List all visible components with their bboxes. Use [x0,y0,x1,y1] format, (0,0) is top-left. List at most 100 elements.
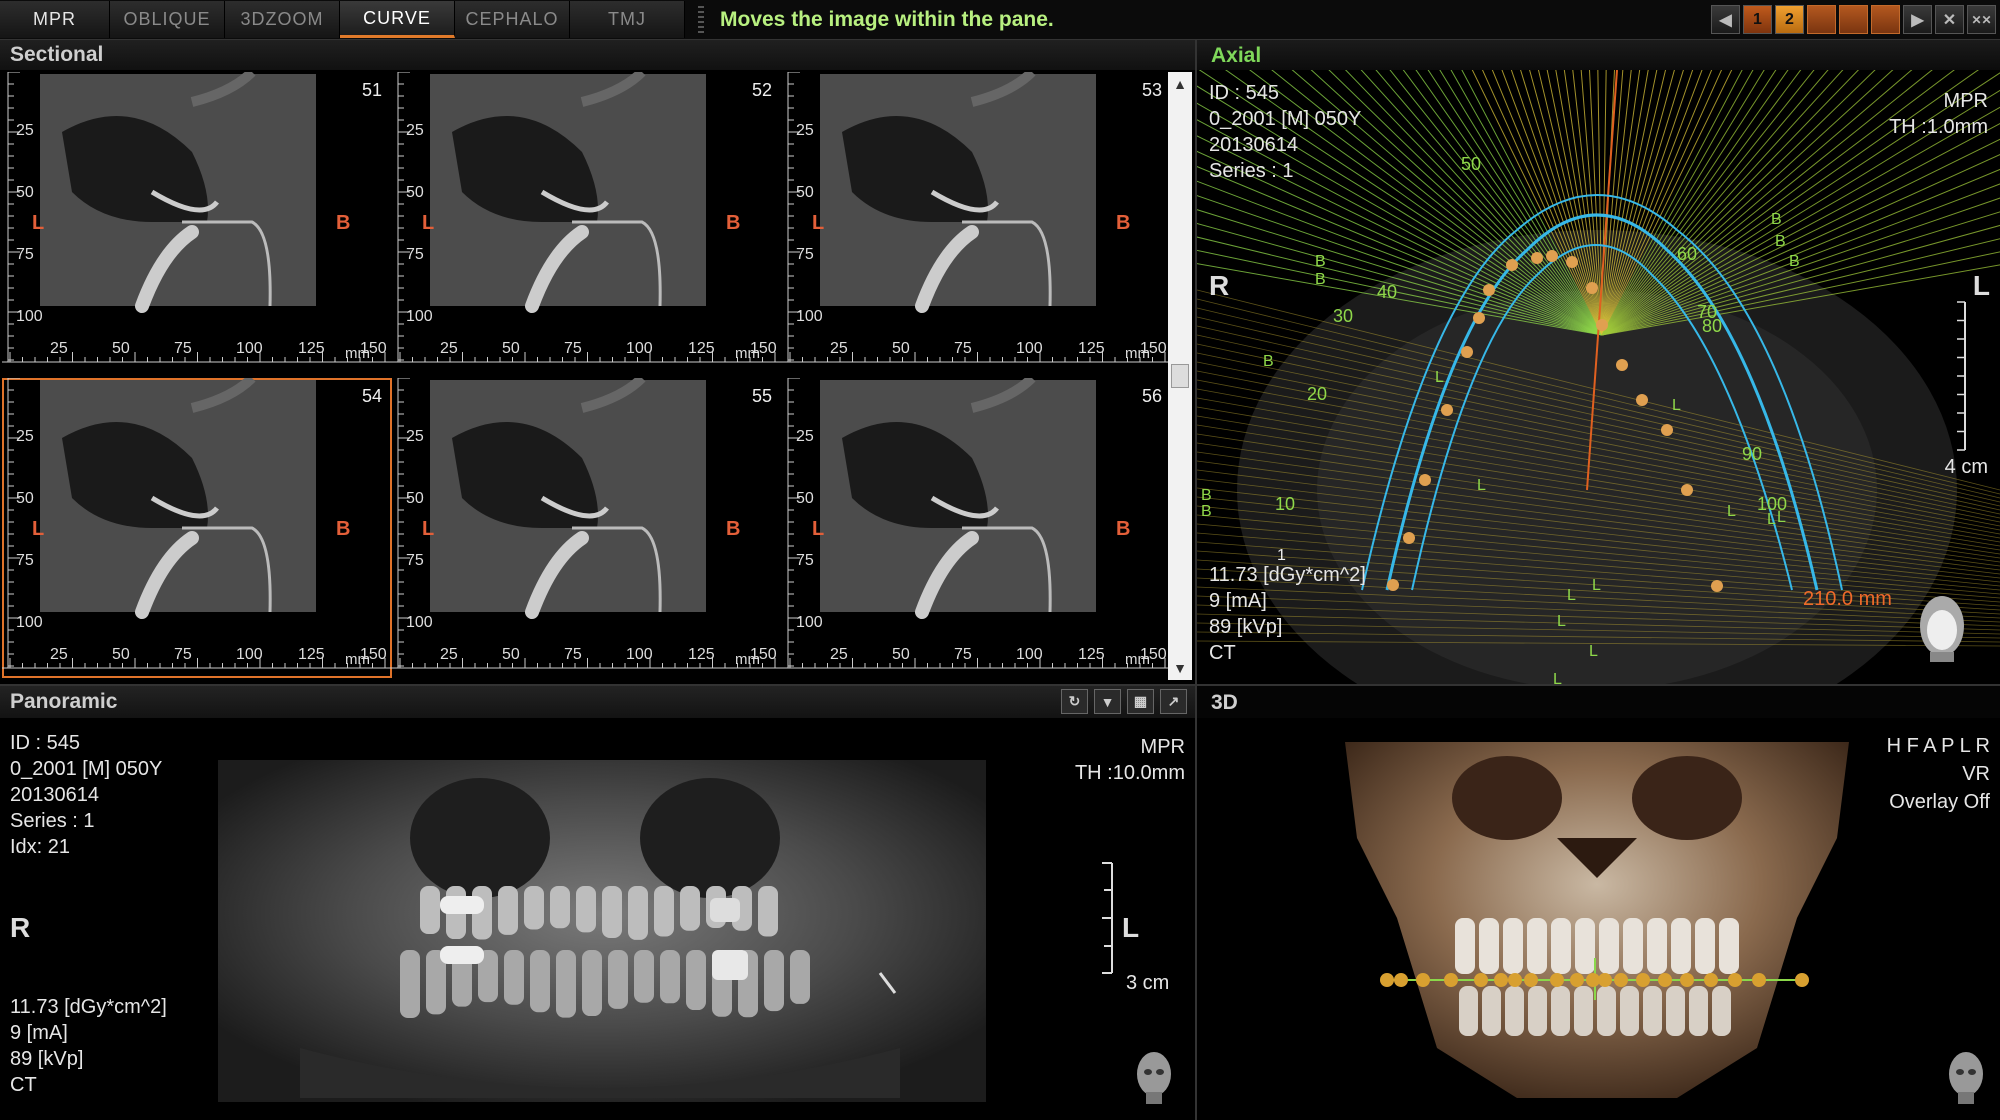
close-button[interactable]: ✕ [1935,5,1964,34]
scroll-down-icon[interactable]: ▼ [1168,660,1192,676]
sectional-cell[interactable]: 54 L B 25 50 75 100 25 50 75 100 125 150 mm [2,378,392,678]
grid-icon[interactable]: ▦ [1127,689,1154,714]
head-orientation-icon[interactable] [1944,1048,1988,1104]
slice-number: 51 [361,80,382,100]
patient-name: 0_2001 [M] 050Y [1209,108,1362,130]
x-tick-label: 50 [112,646,130,663]
y-tick-label: 25 [16,428,34,445]
y-tick-label: 100 [796,614,823,631]
image-index: Idx: 21 [10,836,71,858]
axial-title: Axial [1211,44,1262,67]
curve-length-label: 210.0 mm [1803,588,1892,610]
scroll-up-icon[interactable]: ▲ [1168,76,1192,92]
panoramic-dose-info: 11.73 [dGy*cm^2] 9 [mA] 89 [kVp] CT [10,994,167,1098]
slice-number: 56 [1141,386,1162,406]
maximize-icon[interactable]: ↗ [1160,689,1187,714]
sectional-scrollbar[interactable]: ▲ ▼ [1168,72,1192,680]
filter-icon[interactable]: ▼ [1094,689,1121,714]
collapse-button[interactable]: ✕✕ [1967,5,1996,34]
slice-number: 54 [361,386,382,406]
modality: CT [10,1074,37,1096]
lingual-label: L [812,212,825,234]
double-close-icon: ✕✕ [1971,12,1992,27]
pane-divider-horizontal[interactable] [0,684,2000,686]
tab-cephalo[interactable]: CEPHALO [455,1,570,38]
buccal-label: B [336,212,351,234]
page-2-button[interactable]: 2 [1775,5,1804,34]
y-tick-label: 50 [406,184,424,201]
y-tick-label: 25 [406,428,424,445]
thickness-label: TH :1.0mm [1889,116,1988,138]
current-value: 9 [mA] [1209,590,1267,612]
curve-marker-label: L [1553,671,1562,684]
sectional-cell[interactable]: 53 L B 25 50 75 100 25 50 75 100 125 150 mm [782,72,1172,372]
sectional-cell[interactable]: 55 L B 25 50 75 100 25 50 75 100 125 150 mm [392,378,782,678]
y-tick-label: 75 [796,246,814,263]
patient-name: 0_2001 [M] 050Y [10,758,163,780]
orientation-right-label: R [10,912,31,943]
axial-scale-label: 4 cm [1944,456,1988,478]
slice-number: 55 [751,386,772,406]
sectional-cell[interactable]: 51 L B 25 50 75 100 25 50 75 100 125 150 mm [2,72,392,372]
buccal-label: B [726,518,741,540]
page-slot-button[interactable] [1871,5,1900,34]
prev-page-button[interactable]: ◀ [1711,5,1740,34]
tab-3dzoom[interactable]: 3DZOOM [225,1,340,38]
tab-mpr[interactable]: MPR [0,1,110,38]
axial-dose-info: 11.73 [dGy*cm^2] 9 [mA] 89 [kVp] CT [1209,562,1366,666]
tab-curve[interactable]: CURVE [340,1,455,38]
x-tick-label: 125 [1078,646,1105,663]
unit-label: mm [1125,651,1150,668]
x-tick-label: 25 [50,340,68,357]
x-tick-label: 100 [1016,646,1043,663]
angle-label: 60 [1677,244,1697,264]
x-tick-label: 25 [440,340,458,357]
refresh-icon[interactable]: ↻ [1061,689,1088,714]
y-tick-label: 50 [796,490,814,507]
curve-marker-label: B [1315,253,1326,270]
x-tick-label: 50 [892,340,910,357]
orientation-left-label: L [1122,912,1140,943]
curve-marker-label: B [1263,353,1274,370]
page-1-button[interactable]: 1 [1743,5,1772,34]
x-tick-label: 50 [112,340,130,357]
pane-divider-vertical[interactable] [1195,40,1197,1120]
study-date: 20130614 [10,784,99,806]
view-tabs: MPR OBLIQUE 3DZOOM CURVE CEPHALO TMJ [0,0,685,39]
render-mode: VR [1962,763,1990,785]
angle-label: 50 [1461,154,1481,174]
head-orientation-icon[interactable] [1132,1048,1176,1104]
3d-viewport[interactable]: H F A P L R VR Overlay Off [1197,718,2000,1118]
toolbar-grip[interactable] [698,6,704,34]
panoramic-image [218,760,1113,1102]
x-tick-label: 25 [830,340,848,357]
sectional-slice-image [2,378,392,669]
axial-pane-header: Axial [1197,40,2000,70]
page-slot-button[interactable] [1807,5,1836,34]
panoramic-viewport[interactable]: ID : 545 0_2001 [M] 050Y 20130614 Series… [0,718,1195,1118]
tab-tmj[interactable]: TMJ [570,1,685,38]
slice-number: 53 [1141,80,1162,100]
x-tick-label: 25 [50,646,68,663]
x-tick-label: 125 [688,646,715,663]
tab-oblique[interactable]: OBLIQUE [110,1,225,38]
head-orientation-icon[interactable] [1912,588,1972,662]
x-tick-label: 125 [688,340,715,357]
3d-render-image [1345,742,1849,1098]
page-slot-button[interactable] [1839,5,1868,34]
axial-viewport[interactable]: 10 20 30 40 50 60 70 80 90 100 B B B B B B B B L L L L L L L L L L L… [1197,70,2000,684]
unit-label: mm [735,651,760,668]
close-icon: ✕ [1942,11,1957,29]
curve-marker-label: L [1567,587,1576,604]
y-tick-label: 25 [406,122,424,139]
y-tick-label: 75 [16,552,34,569]
sectional-cell[interactable]: 52 L B 25 50 75 100 25 50 75 100 125 150 mm [392,72,782,372]
buccal-label: B [726,212,741,234]
series-number: Series : 1 [1209,160,1294,182]
lingual-label: L [32,518,45,540]
curve-marker-label: B [1789,253,1800,270]
next-page-button[interactable]: ▶ [1903,5,1932,34]
sectional-cell[interactable]: 56 L B 25 50 75 100 25 50 75 100 125 150 mm [782,378,1172,678]
scroll-thumb[interactable] [1171,364,1189,388]
voltage-value: 89 [kVp] [1209,616,1283,638]
